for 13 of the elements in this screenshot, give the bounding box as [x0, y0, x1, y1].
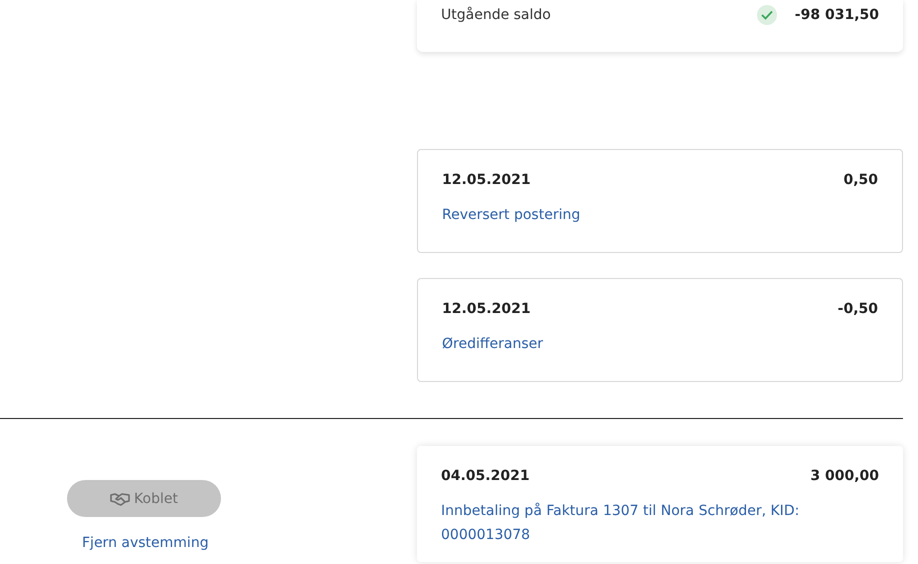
- entry-date: 12.05.2021: [442, 301, 531, 317]
- entry-link[interactable]: Reversert postering: [442, 203, 878, 227]
- handshake-icon: [110, 492, 130, 506]
- remove-link[interactable]: Fjern avstemming: [82, 535, 209, 551]
- entry-amount: 0,50: [843, 172, 878, 188]
- entry-amount: -0,50: [838, 301, 878, 317]
- balance-label: Utgående saldo: [441, 7, 551, 23]
- entry-date: 04.05.2021: [441, 468, 530, 484]
- balance-amount: -98 031,50: [794, 7, 879, 23]
- entry-link[interactable]: Innbetaling på Faktura 1307 til Nora Schrøder, KID: 0000013078: [441, 499, 879, 547]
- entry-link[interactable]: Øredifferanser: [442, 332, 878, 356]
- entry-amount: 3 000,00: [810, 468, 879, 484]
- entry-date: 12.05.2021: [442, 172, 531, 188]
